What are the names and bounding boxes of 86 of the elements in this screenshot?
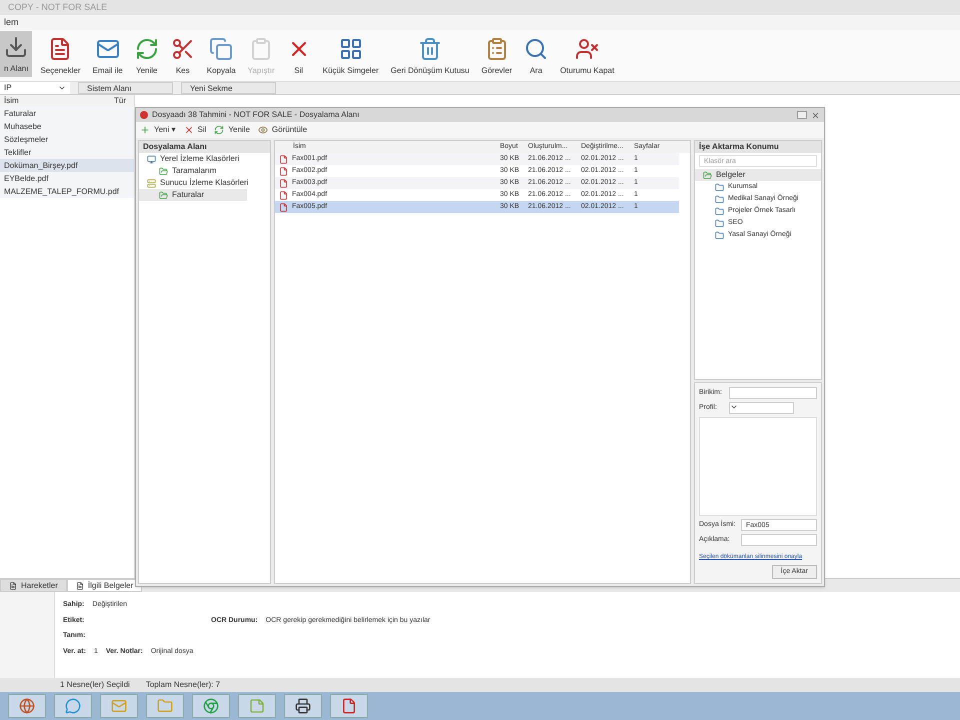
tree-item[interactable]: Sunucu İzleme Klasörleri: [139, 177, 270, 189]
folder-icon: [159, 166, 168, 176]
file-item[interactable]: Doküman_Birşey.pdf: [0, 159, 134, 172]
file-item[interactable]: Sözleşmeler: [0, 133, 134, 146]
toolbar-button[interactable]: Sil: [282, 37, 315, 77]
toolbar-button[interactable]: Yenile: [130, 37, 163, 77]
tree-item[interactable]: Taramalarım: [139, 165, 247, 177]
email-icon: [96, 37, 120, 61]
folder-icon: [715, 218, 724, 228]
mail-icon: [111, 698, 127, 714]
view-icon: [258, 125, 268, 135]
monitor-icon: [147, 154, 156, 164]
folder-icon: [715, 194, 724, 204]
toolbar-button[interactable]: Yeni ▾: [140, 124, 176, 136]
toolbar-button[interactable]: Oturumu Kapat: [556, 37, 618, 77]
panel-header: İşe Aktarma Konumu: [695, 141, 821, 153]
document-icon: [9, 582, 17, 590]
file-item[interactable]: Faturalar: [0, 107, 134, 120]
copy-icon: [209, 37, 234, 61]
chat-icon: [65, 698, 81, 714]
file-item[interactable]: Muhasebe: [0, 120, 134, 133]
taskbar-button[interactable]: [330, 694, 368, 718]
toolbar-button[interactable]: Ara: [520, 37, 552, 77]
caret-icon: [730, 403, 738, 411]
folder-icon: [715, 230, 724, 240]
toolbar-button[interactable]: Görüntüle: [258, 124, 308, 136]
column-header: İsim: [4, 95, 20, 107]
profile-dropdown[interactable]: [729, 402, 794, 414]
taskbar-button[interactable]: [284, 694, 322, 718]
delete-icon: [184, 125, 194, 135]
app-icon: [140, 111, 148, 119]
search-icon: [524, 37, 548, 61]
toolbar-button[interactable]: Email ile: [88, 37, 127, 77]
panel-header: Dosyalama Alanı: [139, 141, 270, 153]
close-icon[interactable]: [811, 110, 820, 120]
pdf-icon: [279, 154, 288, 164]
recycle-icon: [418, 37, 442, 61]
tree-item[interactable]: Faturalar: [139, 189, 247, 201]
toolbar-button[interactable]: Geri Dönüşüm Kutusu: [386, 37, 474, 77]
tab[interactable]: Yeni Sekme: [181, 82, 276, 94]
toolbar-button[interactable]: Kopyala: [202, 37, 240, 77]
status-text: Toplam Nesne(ler): 7: [146, 679, 220, 691]
pdf-icon: [279, 178, 288, 188]
pdf-icon: [279, 202, 288, 212]
file-item[interactable]: EYBelde.pdf: [0, 172, 134, 185]
logout-icon: [575, 37, 600, 61]
status-text: 1 Nesne(ler) Seçildi: [60, 679, 130, 691]
toolbar-button[interactable]: Seçenekler: [36, 37, 84, 77]
toolbar-button[interactable]: n Alanı: [0, 31, 32, 77]
browser-icon: [19, 698, 35, 714]
folder-icon: [159, 190, 168, 200]
input-field[interactable]: [729, 387, 817, 399]
pdf-icon: [341, 698, 357, 714]
toolbar-button[interactable]: Kes: [166, 37, 199, 77]
input-field[interactable]: [741, 534, 817, 546]
server-icon: [147, 178, 156, 188]
toolbar-button[interactable]: Sil: [184, 124, 206, 136]
folder-icon: [715, 206, 724, 216]
toolbar-button[interactable]: Küçük Simgeler: [318, 37, 383, 77]
tab[interactable]: Sistem Alanı: [78, 82, 173, 94]
tab[interactable]: Hareketler: [0, 579, 67, 592]
tab[interactable]: İlgili Belgeler: [66, 579, 142, 592]
document-icon: [76, 582, 84, 590]
file-item[interactable]: Teklifler: [0, 146, 134, 159]
files-icon: [157, 698, 173, 714]
caret-icon: [58, 84, 66, 92]
folder-icon: [715, 182, 724, 192]
toolbar-button[interactable]: Görevler: [477, 37, 516, 77]
pdf-icon: [279, 190, 288, 200]
minimize-button[interactable]: [797, 111, 807, 119]
refresh-icon: [134, 37, 159, 61]
column-header: Tür: [114, 95, 126, 107]
new-icon: [140, 125, 150, 135]
cut-icon: [170, 37, 195, 61]
toolbar-button[interactable]: Yenile: [214, 124, 250, 136]
folder-icon: [703, 170, 712, 180]
location-dropdown[interactable]: IP: [0, 82, 70, 94]
window-title: COPY - NOT FOR SALE: [0, 0, 960, 15]
tree-item[interactable]: Yerel İzleme Klasörleri: [139, 153, 270, 165]
download-icon: [4, 35, 28, 59]
dialog-title: Dosyaadı 38 Tahmini - NOT FOR SALE - Dosyalama Alanı: [152, 109, 360, 121]
pdf-icon: [279, 166, 288, 176]
tree-item[interactable]: Belgeler: [695, 169, 821, 181]
refresh-icon: [214, 125, 224, 135]
menu-item[interactable]: lem: [0, 16, 23, 30]
file-item[interactable]: MALZEME_TALEP_FORMU.pdf: [0, 185, 134, 198]
